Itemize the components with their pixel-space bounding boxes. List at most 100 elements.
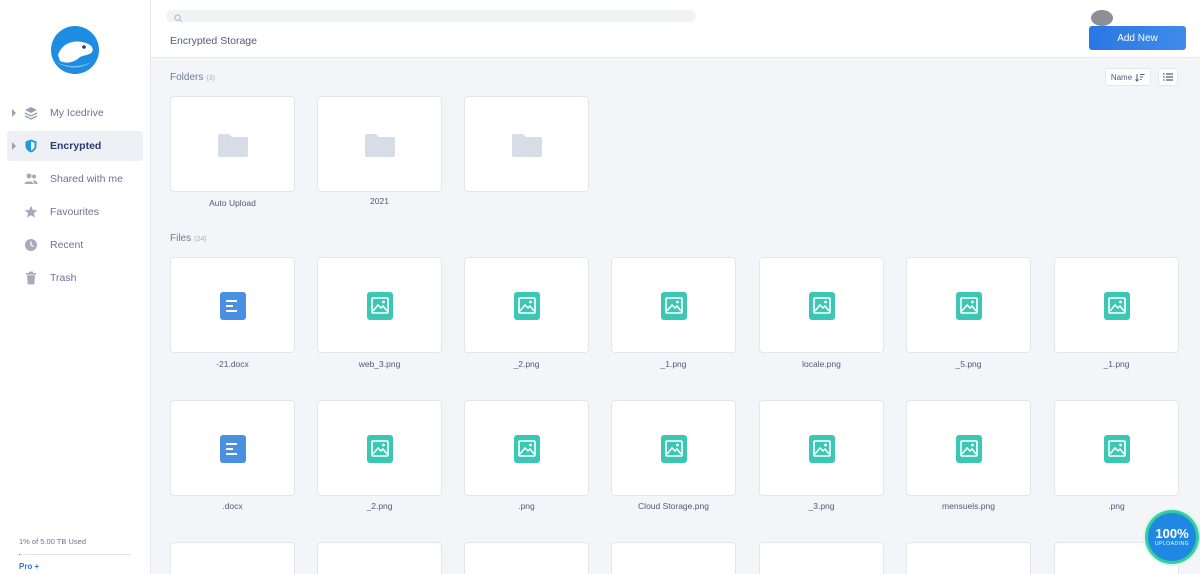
folders-count: (3) <box>206 75 215 82</box>
clock-icon <box>25 239 37 251</box>
sidebar-item-recent[interactable]: Recent <box>7 230 143 260</box>
file-tile[interactable] <box>1054 400 1179 496</box>
image-icon <box>661 435 687 463</box>
folder-icon <box>512 134 542 157</box>
list-view-button[interactable] <box>1158 68 1178 86</box>
sort-label: Name <box>1110 72 1133 82</box>
file-label[interactable]: _2.png <box>317 501 442 512</box>
file-label[interactable]: _1.png <box>1054 359 1179 370</box>
file-tile[interactable] <box>317 257 442 353</box>
sidebar-item-shared[interactable]: Shared with me <box>7 164 143 194</box>
sidebar-item-favourites[interactable]: Favourites <box>7 197 143 227</box>
folder-label[interactable]: 2021 <box>317 196 442 207</box>
file-label[interactable]: .png <box>464 501 589 512</box>
sidebar-item-trash[interactable]: Trash <box>7 263 143 293</box>
file-tile[interactable] <box>464 542 589 574</box>
file-tile[interactable] <box>611 257 736 353</box>
file-label[interactable]: locale.png <box>759 359 884 370</box>
file-label[interactable]: _5.png <box>906 359 1031 370</box>
file-tile[interactable] <box>170 257 295 353</box>
image-icon <box>514 292 540 320</box>
file-tile[interactable] <box>317 542 442 574</box>
file-tile[interactable] <box>317 400 442 496</box>
file-label[interactable]: mensuels.png <box>906 501 1031 512</box>
file-tile[interactable] <box>906 400 1031 496</box>
files-count: (24) <box>194 236 207 243</box>
shield-icon <box>25 139 37 153</box>
search-icon <box>174 14 183 23</box>
file-tile[interactable] <box>1054 257 1179 353</box>
file-tile[interactable] <box>906 542 1031 574</box>
file-label[interactable]: _1.png <box>611 359 736 370</box>
file-tile[interactable] <box>170 542 295 574</box>
sidebar-item-label: My Icedrive <box>50 107 104 119</box>
sidebar-item-encrypted[interactable]: Encrypted <box>7 131 143 161</box>
file-label[interactable]: _3.png <box>759 501 884 512</box>
sidebar-item-label: Recent <box>50 239 84 251</box>
folder-tile[interactable] <box>317 96 442 192</box>
folder-tile[interactable] <box>464 96 589 192</box>
folders-section-label: Folders (3) <box>170 72 215 83</box>
trash-icon <box>26 271 36 285</box>
sidebar-item-label: Trash <box>50 272 77 284</box>
sort-button[interactable]: Name <box>1105 68 1151 86</box>
file-label[interactable]: _2.png <box>464 359 589 370</box>
sidebar: My Icedrive Encrypted Shared with me Fav… <box>0 0 151 574</box>
layers-icon <box>24 107 38 120</box>
file-tile[interactable] <box>464 400 589 496</box>
list-icon <box>1163 73 1173 81</box>
file-label[interactable]: .png <box>1054 501 1179 512</box>
expand-caret-icon[interactable] <box>12 142 16 150</box>
file-tile[interactable] <box>759 542 884 574</box>
upload-status-label: UPLOADING <box>1155 541 1189 547</box>
search-input[interactable] <box>166 10 696 22</box>
sidebar-item-my-icedrive[interactable]: My Icedrive <box>7 98 143 128</box>
sidebar-item-label: Shared with me <box>50 173 123 185</box>
folder-icon <box>218 134 248 157</box>
image-icon <box>661 292 687 320</box>
image-icon <box>809 435 835 463</box>
expand-caret-icon[interactable] <box>12 109 16 117</box>
file-tile[interactable] <box>906 257 1031 353</box>
document-icon <box>220 292 246 320</box>
page-title: Encrypted Storage <box>170 35 257 47</box>
folder-tile[interactable] <box>170 96 295 192</box>
file-tile[interactable] <box>611 400 736 496</box>
folders-label: Folders <box>170 72 204 83</box>
image-icon <box>1104 292 1130 320</box>
file-label[interactable]: .docx <box>170 501 295 512</box>
upload-percent: 100% <box>1155 526 1189 541</box>
document-icon <box>220 435 246 463</box>
add-new-button[interactable]: Add New <box>1089 26 1186 50</box>
sidebar-item-label: Favourites <box>50 206 100 218</box>
file-tile[interactable] <box>611 542 736 574</box>
file-tile[interactable] <box>170 400 295 496</box>
avatar[interactable] <box>1091 10 1113 26</box>
image-icon <box>367 292 393 320</box>
header: Encrypted Storage Add New <box>151 0 1200 58</box>
icedrive-logo-icon[interactable] <box>50 25 100 75</box>
image-icon <box>956 435 982 463</box>
storage-usage-fill <box>19 554 21 555</box>
files-label: Files <box>170 233 192 244</box>
image-icon <box>367 435 393 463</box>
file-label[interactable]: -21.docx <box>170 359 295 370</box>
image-icon <box>514 435 540 463</box>
file-tile[interactable] <box>759 400 884 496</box>
files-section-label: Files (24) <box>170 233 207 244</box>
sidebar-item-label: Encrypted <box>50 140 102 152</box>
file-tile[interactable] <box>464 257 589 353</box>
folder-icon <box>365 134 395 157</box>
image-icon <box>956 292 982 320</box>
sidebar-nav: My Icedrive Encrypted Shared with me Fav… <box>7 98 143 296</box>
file-label[interactable]: web_3.png <box>317 359 442 370</box>
file-tile[interactable] <box>759 257 884 353</box>
star-icon <box>24 205 38 218</box>
file-label[interactable]: Cloud Storage.png <box>611 501 736 512</box>
folder-label[interactable]: Auto Upload <box>170 198 295 209</box>
pro-upgrade-link[interactable]: Pro + <box>19 562 39 571</box>
storage-usage-text: 1% of 5.00 TB Used <box>19 537 86 546</box>
upload-progress-badge[interactable]: 100% UPLOADING <box>1145 510 1199 564</box>
users-icon <box>24 173 38 184</box>
image-icon <box>809 292 835 320</box>
